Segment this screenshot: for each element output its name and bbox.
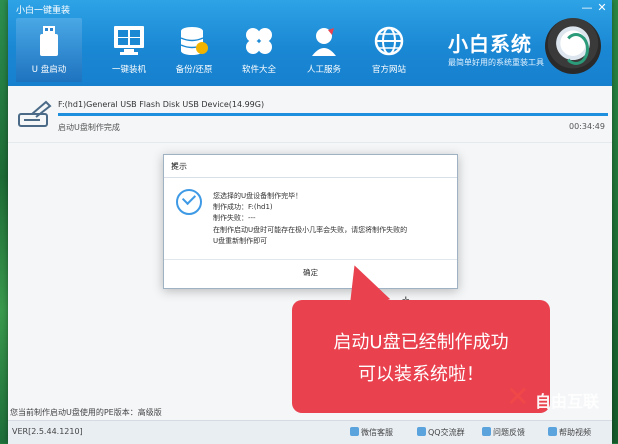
nav-label: 一键装机 (111, 65, 146, 75)
dialog-message-line: 制作失败：--- (213, 214, 256, 222)
database-icon (180, 27, 208, 55)
wechat-service-link[interactable]: 微信客服 (350, 427, 393, 438)
progress-fill (58, 113, 608, 116)
version-label: VER[2.5.44.1210] (12, 427, 83, 436)
help-video-link[interactable]: 帮助视频 (548, 427, 591, 438)
brand-logo (545, 18, 601, 74)
nav-label: 软件大全 (241, 65, 276, 75)
dialog-divider (164, 259, 457, 260)
dialog-close-icon[interactable]: ✕ (171, 161, 449, 170)
watermark-logo-icon: ✕ (506, 380, 530, 413)
nav-label: 备份/还原 (175, 65, 213, 75)
feedback-link[interactable]: 问题反馈 (482, 427, 525, 438)
bottom-bar: VER[2.5.44.1210] 微信客服 QQ交流群 问题反馈 帮助视频 (8, 420, 612, 444)
usb-drive-icon (18, 100, 52, 127)
nav-backup-restore[interactable]: 备份/还原 (161, 18, 227, 82)
nav-label: 人工服务 (306, 65, 341, 75)
nav-label: U 盘启动 (31, 65, 67, 75)
qq-icon (417, 427, 426, 436)
windows-icon (114, 26, 144, 55)
nav-usb-boot[interactable]: U 盘启动 (16, 18, 82, 82)
minimize-button[interactable]: — (580, 1, 594, 14)
dialog-message-line: 您选择的U盘设备制作完毕！ (213, 192, 303, 200)
pe-version-info: 您当前制作启动U盘使用的PE版本：高级版 (10, 408, 162, 417)
qq-group-link[interactable]: QQ交流群 (417, 427, 465, 438)
divider (8, 142, 612, 143)
nav-software[interactable]: 软件大全 (226, 18, 292, 82)
feedback-icon (482, 427, 491, 436)
success-check-icon (176, 189, 202, 215)
brand-name: 小白系统 (448, 32, 532, 56)
window-title: 小白一键重装 (16, 6, 71, 16)
dialog-message-line: 制作成功：F:(hd1) (213, 203, 273, 211)
globe-icon (374, 26, 404, 56)
nav-label: 官方网站 (371, 65, 406, 75)
video-icon (548, 427, 557, 436)
usb-icon (40, 26, 58, 56)
confirm-button[interactable]: 确定 (164, 262, 457, 284)
header-bar: 小白一键重装 — ✕ U 盘启动 一键装机 备份/还原 软件大全 人工服务 官方… (8, 0, 612, 86)
nav-official-site[interactable]: 官方网站 (356, 18, 422, 82)
prompt-dialog: 提示 ✕ 您选择的U盘设备制作完毕！ 制作成功：F:(hd1) 制作失败：---… (163, 154, 458, 289)
watermark-text: 自由互联 (535, 392, 600, 411)
wechat-icon (350, 427, 359, 436)
brand-slogan: 最简单好用的系统重装工具 (448, 58, 544, 67)
status-text: 启动U盘制作完成 (58, 123, 120, 132)
dialog-titlebar: 提示 ✕ (164, 155, 457, 178)
callout-line: 启动U盘已经制作成功 (333, 332, 509, 353)
dialog-message-line: U盘重新制作即可 (213, 237, 268, 245)
dialog-message-line: 在制作启动U盘时可能存在极小几率会失败，请您将制作失败的 (213, 226, 408, 234)
device-name: F:(hd1)General USB Flash Disk USB Device… (58, 100, 265, 109)
apps-icon (246, 28, 272, 54)
elapsed-time: 00:34:49 (569, 122, 605, 131)
nav-one-click-install[interactable]: 一键装机 (96, 18, 162, 82)
nav-human-service[interactable]: 人工服务 (291, 18, 357, 82)
progress-bar (58, 113, 608, 116)
support-icon (312, 28, 336, 56)
close-button[interactable]: ✕ (595, 1, 609, 14)
